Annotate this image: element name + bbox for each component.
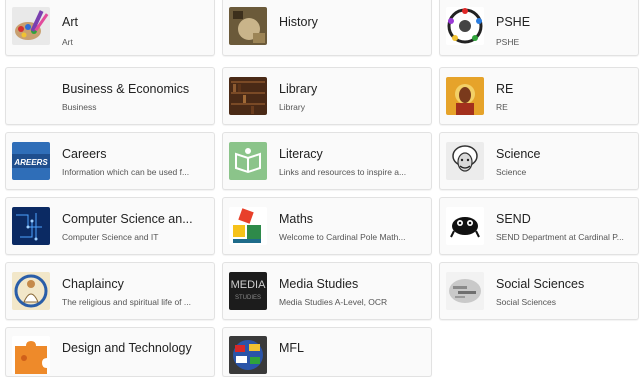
subject-card-history[interactable]: History bbox=[222, 0, 432, 56]
subject-subtitle: Business bbox=[62, 102, 97, 112]
subject-title: Library bbox=[279, 82, 318, 96]
subject-subtitle: Media Studies A-Level, OCR bbox=[279, 297, 388, 307]
subject-subtitle: Social Sciences bbox=[496, 297, 557, 307]
subject-card-literacy[interactable]: Literacy Links and resources to inspire … bbox=[222, 132, 432, 190]
subject-card-social-sciences[interactable]: Social Sciences Social Sciences bbox=[439, 262, 639, 320]
social-sciences-wordcloud-icon bbox=[446, 272, 484, 310]
subject-title: Business & Economics bbox=[62, 82, 190, 96]
subject-subtitle: SEND Department at Cardinal P... bbox=[496, 232, 624, 242]
subject-subtitle: Art bbox=[62, 37, 73, 47]
subject-card-chaplaincy[interactable]: Chaplaincy The religious and spiritual l… bbox=[5, 262, 215, 320]
computer-circuit-icon bbox=[12, 207, 50, 245]
subject-card-mfl[interactable]: MFL bbox=[222, 327, 432, 377]
subject-title: RE bbox=[496, 82, 514, 96]
subject-subtitle: Library bbox=[279, 102, 305, 112]
subject-card-maths[interactable]: Maths Welcome to Cardinal Pole Math... bbox=[222, 197, 432, 255]
svg-text:AREERS: AREERS bbox=[13, 158, 48, 167]
subject-subtitle: The religious and spiritual life of ... bbox=[62, 297, 191, 307]
maths-pythagoras-icon bbox=[229, 207, 267, 245]
subject-subtitle: Welcome to Cardinal Pole Math... bbox=[279, 232, 406, 242]
subject-card-computer-science[interactable]: Computer Science an... Computer Science … bbox=[5, 197, 215, 255]
subject-subtitle: Science bbox=[496, 167, 527, 177]
science-einstein-icon bbox=[446, 142, 484, 180]
library-books-icon bbox=[229, 77, 267, 115]
subject-title: Social Sciences bbox=[496, 277, 585, 291]
subject-card-send[interactable]: SEND SEND Department at Cardinal P... bbox=[439, 197, 639, 255]
subject-card-media-studies[interactable]: MEDIA STUDIES Media Studies Media Studie… bbox=[222, 262, 432, 320]
subject-title: History bbox=[279, 15, 318, 29]
subject-subtitle: Information which can be used f... bbox=[62, 167, 190, 177]
subject-title: MFL bbox=[279, 341, 304, 355]
mfl-flags-icon bbox=[229, 336, 267, 374]
careers-sign-icon: AREERS bbox=[12, 142, 50, 180]
subject-card-library[interactable]: Library Library bbox=[222, 67, 432, 125]
subject-subtitle: Links and resources to inspire a... bbox=[279, 167, 407, 177]
subject-grid: Art Art History PSHE PSHE Business & Eco… bbox=[0, 0, 641, 377]
pshe-wheel-icon bbox=[446, 7, 484, 45]
subject-subtitle: Computer Science and IT bbox=[62, 232, 159, 242]
subject-title: Media Studies bbox=[279, 277, 359, 291]
literacy-book-icon bbox=[229, 142, 267, 180]
svg-text:MEDIA: MEDIA bbox=[231, 279, 267, 291]
subject-title: Maths bbox=[279, 212, 314, 226]
subject-card-careers[interactable]: AREERS Careers Information which can be … bbox=[5, 132, 215, 190]
history-image-icon bbox=[229, 7, 267, 45]
subject-title: PSHE bbox=[496, 15, 531, 29]
design-puzzle-icon bbox=[12, 336, 50, 374]
svg-text:STUDIES: STUDIES bbox=[235, 295, 261, 301]
subject-title: Computer Science an... bbox=[62, 212, 193, 226]
subject-card-re[interactable]: RE RE bbox=[439, 67, 639, 125]
subject-title: Science bbox=[496, 147, 541, 161]
subject-card-science[interactable]: Science Science bbox=[439, 132, 639, 190]
subject-title: Chaplaincy bbox=[62, 277, 124, 291]
subject-title: Design and Technology bbox=[62, 341, 192, 355]
subject-title: SEND bbox=[496, 212, 531, 226]
subject-card-art[interactable]: Art Art bbox=[5, 0, 215, 56]
art-palette-icon bbox=[12, 7, 50, 45]
subject-title: Art bbox=[62, 15, 78, 29]
subject-card-design-technology[interactable]: Design and Technology bbox=[5, 327, 215, 377]
chaplaincy-figure-icon bbox=[12, 272, 50, 310]
media-text-icon: MEDIA STUDIES bbox=[229, 272, 267, 310]
send-creature-icon bbox=[446, 207, 484, 245]
subject-title: Literacy bbox=[279, 147, 323, 161]
subject-title: Careers bbox=[62, 147, 107, 161]
subject-subtitle: PSHE bbox=[496, 37, 520, 47]
re-icon-image bbox=[446, 77, 484, 115]
subject-card-business-economics[interactable]: Business & Economics Business bbox=[5, 67, 215, 125]
subject-card-pshe[interactable]: PSHE PSHE bbox=[439, 0, 639, 56]
subject-subtitle: RE bbox=[496, 102, 508, 112]
